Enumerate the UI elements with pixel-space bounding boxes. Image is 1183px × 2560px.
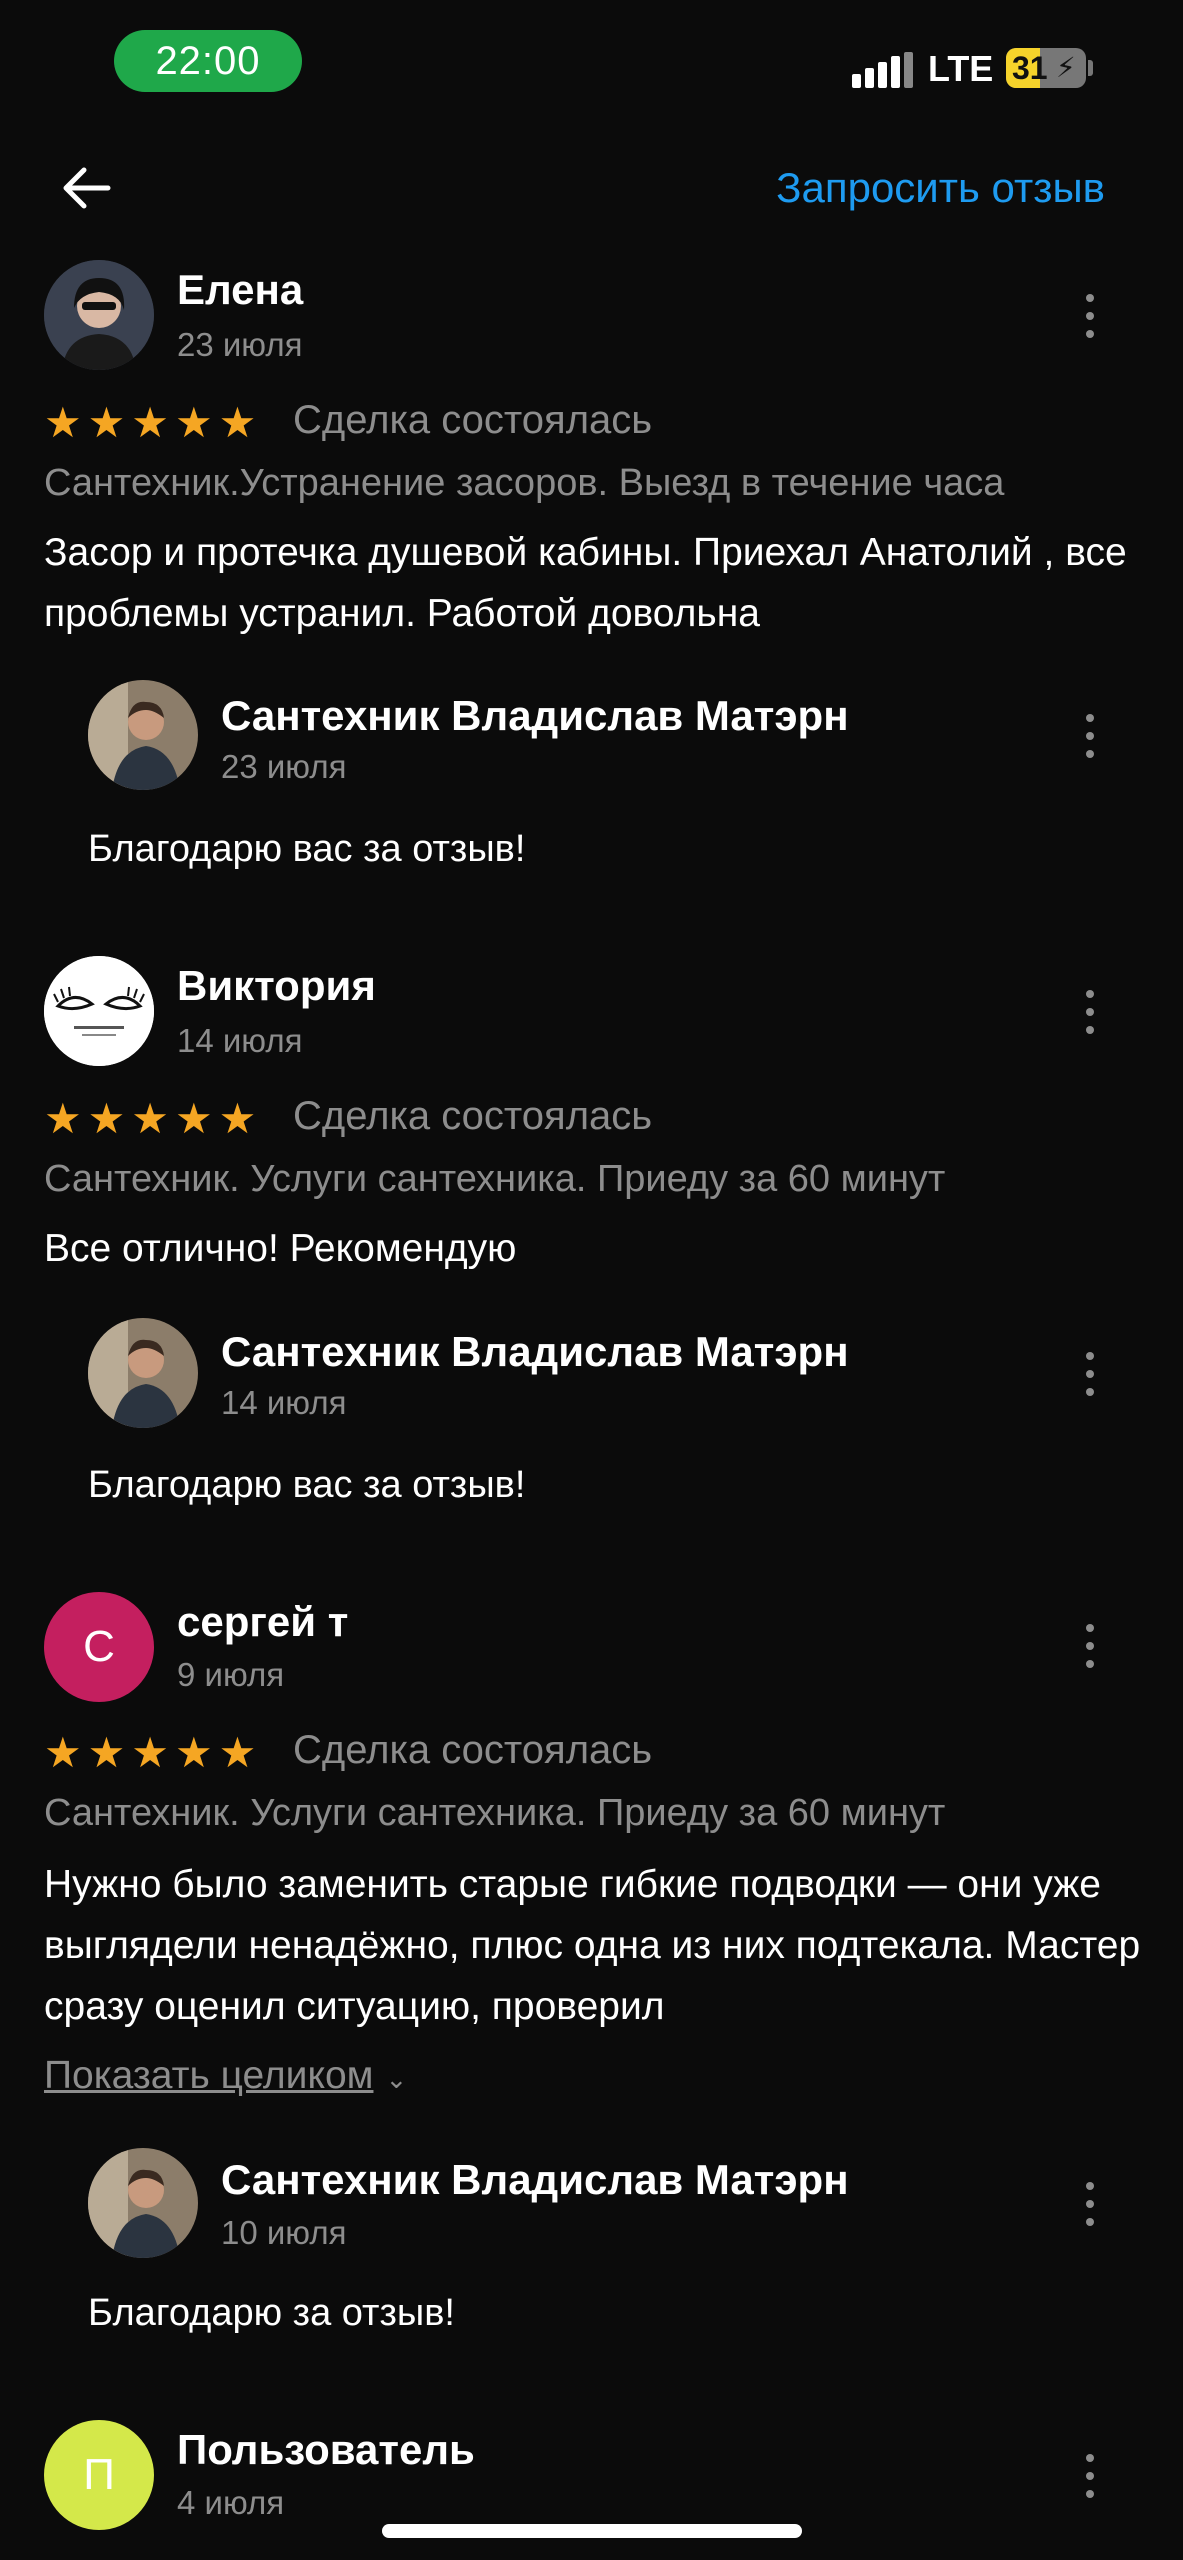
status-time: 22:00 bbox=[114, 30, 302, 92]
battery-level: 31 bbox=[1012, 50, 1048, 86]
review-date: 4 июля bbox=[177, 2484, 285, 2521]
review-text: Засор и протечка душевой кабины. Приехал… bbox=[44, 531, 1127, 635]
signal-icon bbox=[852, 52, 916, 88]
review-date: 9 июля bbox=[177, 1656, 285, 1693]
request-review-button[interactable]: Запросить отзыв bbox=[776, 164, 1105, 212]
review-date: 23 июля bbox=[177, 326, 303, 363]
back-arrow-icon[interactable] bbox=[56, 156, 120, 220]
rating-stars: ★★★★★ bbox=[44, 399, 263, 446]
review-text: Нужно было заменить старые гибкие подвод… bbox=[44, 1863, 1141, 2028]
deal-status: Сделка состоялась bbox=[293, 1094, 653, 1138]
avatar bbox=[88, 1318, 198, 1428]
reply-text: Благодарю вас за отзыв! bbox=[88, 1464, 526, 1506]
review-text: Все отлично! Рекомендую bbox=[44, 1227, 517, 1270]
avatar bbox=[88, 680, 198, 790]
more-options-icon[interactable] bbox=[1070, 706, 1110, 766]
network-type: LTE bbox=[928, 48, 994, 89]
service-name: Сантехник.Устранение засоров. Выезд в те… bbox=[44, 462, 1005, 504]
reply-date: 14 июля bbox=[221, 1384, 347, 1421]
reviewer-name: сергей т bbox=[177, 1598, 349, 1645]
charging-icon: ⚡ bbox=[1056, 52, 1076, 83]
more-options-icon[interactable] bbox=[1070, 2174, 1110, 2234]
reply-date: 10 июля bbox=[221, 2214, 347, 2251]
reply-date: 23 июля bbox=[221, 748, 347, 785]
deal-status: Сделка состоялась bbox=[293, 398, 653, 442]
reply-text: Благодарю за отзыв! bbox=[88, 2292, 455, 2334]
rating-stars: ★★★★★ bbox=[44, 1095, 263, 1142]
chevron-down-icon: ⌄ bbox=[385, 2064, 408, 2094]
service-name: Сантехник. Услуги сантехника. Приеду за … bbox=[44, 1158, 946, 1200]
home-indicator[interactable] bbox=[382, 2524, 802, 2538]
avatar bbox=[44, 260, 154, 370]
more-options-icon[interactable] bbox=[1070, 982, 1110, 1042]
reply-author-name: Сантехник Владислав Матэрн bbox=[221, 2156, 849, 2203]
more-options-icon[interactable] bbox=[1070, 2446, 1110, 2506]
more-options-icon[interactable] bbox=[1070, 1616, 1110, 1676]
avatar: П bbox=[44, 2420, 154, 2530]
reply-author-name: Сантехник Владислав Матэрн bbox=[221, 692, 849, 739]
battery-icon: 31 ⚡ bbox=[1006, 48, 1086, 88]
service-name: Сантехник. Услуги сантехника. Приеду за … bbox=[44, 1792, 946, 1834]
deal-status: Сделка состоялась bbox=[293, 1728, 653, 1772]
reply-author-name: Сантехник Владислав Матэрн bbox=[221, 1328, 849, 1375]
more-options-icon[interactable] bbox=[1070, 286, 1110, 346]
show-all-link[interactable]: Показать целиком ⌄ bbox=[44, 2054, 407, 2098]
reviewer-name: Елена bbox=[177, 266, 304, 313]
more-options-icon[interactable] bbox=[1070, 1344, 1110, 1404]
reviewer-name: Пользователь bbox=[177, 2426, 475, 2473]
avatar bbox=[88, 2148, 198, 2258]
show-all-label: Показать целиком bbox=[44, 2054, 374, 2097]
reply-text: Благодарю вас за отзыв! bbox=[88, 828, 526, 870]
rating-stars: ★★★★★ bbox=[44, 1729, 263, 1776]
battery-tip bbox=[1088, 60, 1093, 76]
avatar: С bbox=[44, 1592, 154, 1702]
avatar bbox=[44, 956, 154, 1066]
review-date: 14 июля bbox=[177, 1022, 303, 1059]
reviewer-name: Виктория bbox=[177, 962, 376, 1009]
